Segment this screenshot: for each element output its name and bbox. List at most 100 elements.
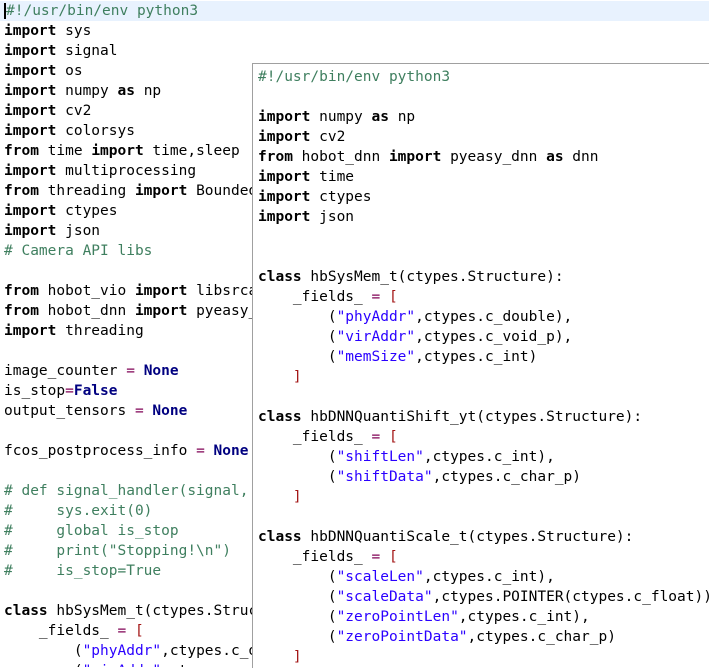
left-code-line[interactable]: import signal (4, 41, 118, 61)
right-code-line[interactable]: ("virAddr",ctypes.c_void_p), (258, 327, 572, 347)
right-code-line[interactable]: class hbDNNQuantiScale_t(ctypes.Structur… (258, 527, 633, 547)
right-code-line[interactable]: ("shiftLen",ctypes.c_int), (258, 447, 555, 467)
code-token: threading (56, 323, 144, 339)
right-code-line[interactable]: ("shiftData",ctypes.c_char_p) (258, 467, 581, 487)
right-code-line[interactable]: ] (258, 647, 302, 667)
code-token: "shiftData" (336, 469, 433, 485)
code-token: signal (56, 43, 118, 59)
code-token: _fields_ (4, 623, 118, 639)
code-token: = (65, 383, 74, 399)
code-token: ( (258, 449, 337, 465)
code-token: = (134, 403, 144, 419)
right-code-line[interactable]: class hbDNNQuantiShift_yt(ctypes.Structu… (258, 407, 642, 427)
code-token: pyeasy_dnn (441, 149, 547, 165)
right-code-line[interactable]: import json (258, 207, 354, 227)
left-code-line[interactable]: # print("Stopping!\n") (4, 541, 231, 561)
right-code-line[interactable]: _fields_ = [ (258, 547, 398, 567)
right-code-line[interactable]: ("zeroPointLen",ctypes.c_int), (258, 607, 590, 627)
code-token: ,ctypes.c_int) (415, 349, 538, 365)
code-token: # global is_stop (4, 523, 179, 539)
right-code-line[interactable]: #!/usr/bin/env python3 (258, 67, 450, 87)
code-token: = (371, 429, 381, 445)
left-code-line[interactable]: fcos_postprocess_info = None (4, 441, 248, 461)
left-code-line[interactable]: import sys (4, 21, 91, 41)
code-token: "scaleData" (336, 589, 433, 605)
code-token: import (4, 63, 57, 79)
code-token: ,ctypes.c_int), (458, 609, 590, 625)
code-token: ( (258, 589, 337, 605)
code-token: hobot_dnn (292, 149, 389, 165)
right-code-line[interactable]: ("scaleData",ctypes.POINTER(ctypes.c_flo… (258, 587, 709, 607)
code-token: time,sleep (143, 143, 240, 159)
code-token: import (4, 23, 57, 39)
right-code-line[interactable]: ] (258, 367, 302, 387)
left-code-line[interactable]: import os (4, 61, 83, 81)
code-token: np (134, 83, 162, 99)
left-code-line[interactable]: import threading (4, 321, 144, 341)
code-token: "shiftLen" (336, 449, 424, 465)
left-code-line[interactable]: is_stop=False (4, 381, 118, 401)
left-code-line[interactable]: # sys.exit(0) (4, 501, 152, 521)
left-code-line[interactable]: import multiprocessing (4, 161, 196, 181)
right-code-line[interactable]: import cv2 (258, 127, 345, 147)
code-token: "phyAddr" (82, 643, 162, 659)
left-code-line[interactable]: import json (4, 221, 100, 241)
left-code-line[interactable]: # Camera API libs (4, 241, 152, 261)
left-code-line[interactable]: image_counter = None (4, 361, 179, 381)
code-token: import (4, 83, 57, 99)
right-code-line[interactable]: ("scaleLen",ctypes.c_int), (258, 567, 555, 587)
left-code-line[interactable]: # is_stop=True (4, 561, 161, 581)
code-token: ] (292, 489, 302, 505)
code-token: [ (388, 549, 398, 565)
right-code-line[interactable]: class hbSysMem_t(ctypes.Structure): (258, 267, 564, 287)
left-code-line[interactable]: import cv2 (4, 101, 91, 121)
code-token: time (310, 169, 355, 185)
right-code-line[interactable]: import ctypes (258, 187, 372, 207)
code-token: json (56, 223, 101, 239)
right-code-line[interactable]: _fields_ = [ (258, 287, 398, 307)
code-token: import (258, 129, 311, 145)
code-token: import (258, 209, 311, 225)
left-code-line[interactable]: output_tensors = None (4, 401, 187, 421)
code-token: from (4, 183, 39, 199)
left-code-line[interactable]: import colorsys (4, 121, 135, 141)
left-code-line[interactable]: from hobot_vio import libsrcampy (4, 281, 283, 301)
code-token: as (371, 109, 389, 125)
left-code-line[interactable]: # global is_stop (4, 521, 179, 541)
code-token: as (546, 149, 564, 165)
right-code-line[interactable]: ("zeroPointData",ctypes.c_char_p) (258, 627, 616, 647)
right-code-line[interactable]: ] (258, 487, 302, 507)
right-code-line[interactable]: ("memSize",ctypes.c_int) (258, 347, 538, 367)
code-token: from (4, 143, 39, 159)
code-token: import (388, 149, 442, 165)
right-code-line[interactable]: import time (258, 167, 354, 187)
right-code-editor[interactable]: #!/usr/bin/env python3 import numpy as np… (252, 63, 709, 668)
left-code-line[interactable]: #!/usr/bin/env python3 (0, 1, 709, 21)
code-token: is_stop (4, 383, 66, 399)
left-code-line[interactable]: _fields_ = [ (4, 621, 144, 641)
right-code-line[interactable]: ("phyAddr",ctypes.c_double), (258, 307, 572, 327)
code-token: ( (4, 663, 83, 667)
left-code-line[interactable]: from time import time,sleep (4, 141, 240, 161)
code-token: import (4, 103, 57, 119)
code-token: # is_stop=True (4, 563, 162, 579)
code-token: import (4, 43, 57, 59)
code-token: class (258, 269, 302, 285)
code-token: fcos_postprocess_info (4, 443, 197, 459)
left-code-line[interactable]: import ctypes (4, 201, 118, 221)
code-token: hobot_dnn (38, 303, 135, 319)
code-token: class (4, 603, 48, 619)
code-token: False (73, 383, 118, 399)
left-code-line[interactable]: import numpy as np (4, 81, 161, 101)
right-code-line[interactable]: from hobot_dnn import pyeasy_dnn as dnn (258, 147, 599, 167)
code-token: threading (38, 183, 135, 199)
code-token: # Camera API libs (4, 243, 153, 259)
code-token: from (258, 149, 293, 165)
code-token: hbSysMem_t(ctypes.Structure): (301, 269, 564, 285)
right-code-line[interactable]: import numpy as np (258, 107, 415, 127)
right-code-line[interactable]: _fields_ = [ (258, 427, 398, 447)
left-code-line[interactable]: from hobot_dnn import pyeasy_dnn (4, 301, 283, 321)
